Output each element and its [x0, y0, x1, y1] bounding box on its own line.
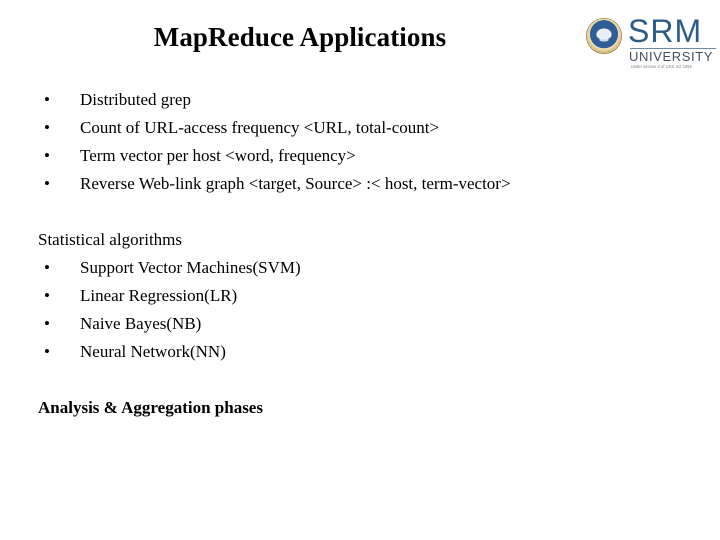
bullet-icon: •: [44, 286, 50, 305]
srm-tagline: Under section 3 of UGC Act 1956: [631, 64, 692, 69]
bullet-icon: •: [44, 90, 50, 109]
list-item-label: Count of URL-access frequency <URL, tota…: [80, 118, 440, 137]
list-item-label: Naive Bayes(NB): [80, 314, 202, 333]
list-item: • Distributed grep: [38, 86, 698, 114]
srm-university-logo: SRM UNIVERSITY Under section 3 of UGC Ac…: [586, 14, 718, 76]
bullet-icon: •: [44, 118, 50, 137]
list-item-label: Support Vector Machines(SVM): [80, 258, 301, 277]
list-item: • Count of URL-access frequency <URL, to…: [38, 114, 698, 142]
srm-subtitle: UNIVERSITY: [629, 49, 714, 64]
list-item: • Support Vector Machines(SVM): [38, 254, 698, 282]
list-item-label: Distributed grep: [80, 90, 191, 109]
srm-emblem-icon: [586, 18, 622, 54]
closing-line: Analysis & Aggregation phases: [38, 398, 263, 417]
list-item-label: Term vector per host <word, frequency>: [80, 146, 356, 165]
list-item: • Term vector per host <word, frequency>: [38, 142, 698, 170]
page-title: MapReduce Applications: [153, 22, 447, 52]
bullet-icon: •: [44, 342, 50, 361]
slide-body: • Distributed grep • Count of URL-access…: [38, 86, 698, 422]
statistical-algorithms-heading: Statistical algorithms: [38, 230, 183, 249]
bullet-icon: •: [44, 258, 50, 277]
srm-wordmark: SRM: [628, 13, 703, 49]
list-item-label: Neural Network(NN): [80, 342, 226, 361]
bullet-icon: •: [44, 314, 50, 333]
list-item: • Linear Regression(LR): [38, 282, 698, 310]
list-item: • Naive Bayes(NB): [38, 310, 698, 338]
bullet-icon: •: [44, 174, 50, 193]
slide: MapReduce Applications SRM UNIVERSITY Un…: [0, 0, 720, 540]
list-item: • Reverse Web-link graph <target, Source…: [38, 170, 698, 198]
bullet-icon: •: [44, 146, 50, 165]
list-item-label: Linear Regression(LR): [80, 286, 238, 305]
list-item-label: Reverse Web-link graph <target, Source> …: [80, 174, 511, 193]
list-item: • Neural Network(NN): [38, 338, 698, 366]
